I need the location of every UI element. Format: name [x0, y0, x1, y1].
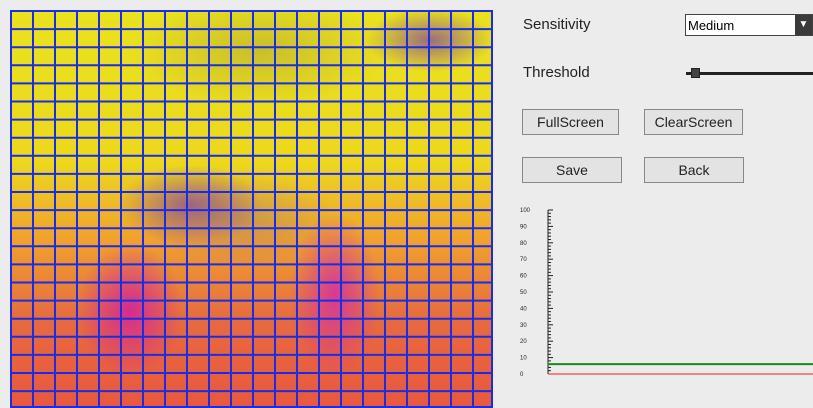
sensitivity-select[interactable]: Medium ▼ — [685, 14, 813, 36]
y-tick-label: 90 — [520, 224, 527, 230]
y-tick-label: 20 — [520, 339, 527, 345]
y-tick-label: 0 — [520, 372, 524, 378]
y-tick-label: 100 — [520, 208, 531, 214]
threshold-slider-thumb[interactable] — [690, 68, 700, 78]
y-tick-label: 10 — [520, 356, 527, 362]
motion-detection-grid[interactable] — [10, 10, 493, 408]
clearscreen-button[interactable]: ClearScreen — [644, 109, 743, 135]
back-button[interactable]: Back — [644, 157, 744, 183]
thermal-camera-view[interactable] — [10, 10, 493, 408]
chevron-down-icon[interactable]: ▼ — [795, 15, 812, 35]
y-tick-label: 40 — [520, 306, 527, 312]
sensitivity-label: Sensitivity — [523, 16, 591, 33]
motion-level-chart: 1009080706050403020100 — [520, 208, 813, 378]
y-tick-label: 30 — [520, 323, 527, 329]
y-tick-label: 50 — [520, 290, 527, 296]
save-button[interactable]: Save — [522, 157, 622, 183]
y-tick-label: 60 — [520, 274, 527, 280]
y-tick-label: 80 — [520, 241, 527, 247]
fullscreen-button[interactable]: FullScreen — [522, 109, 619, 135]
threshold-slider-track[interactable] — [686, 72, 813, 75]
sensitivity-selected-value: Medium — [688, 18, 735, 33]
threshold-label: Threshold — [523, 64, 590, 81]
y-tick-label: 70 — [520, 257, 527, 263]
